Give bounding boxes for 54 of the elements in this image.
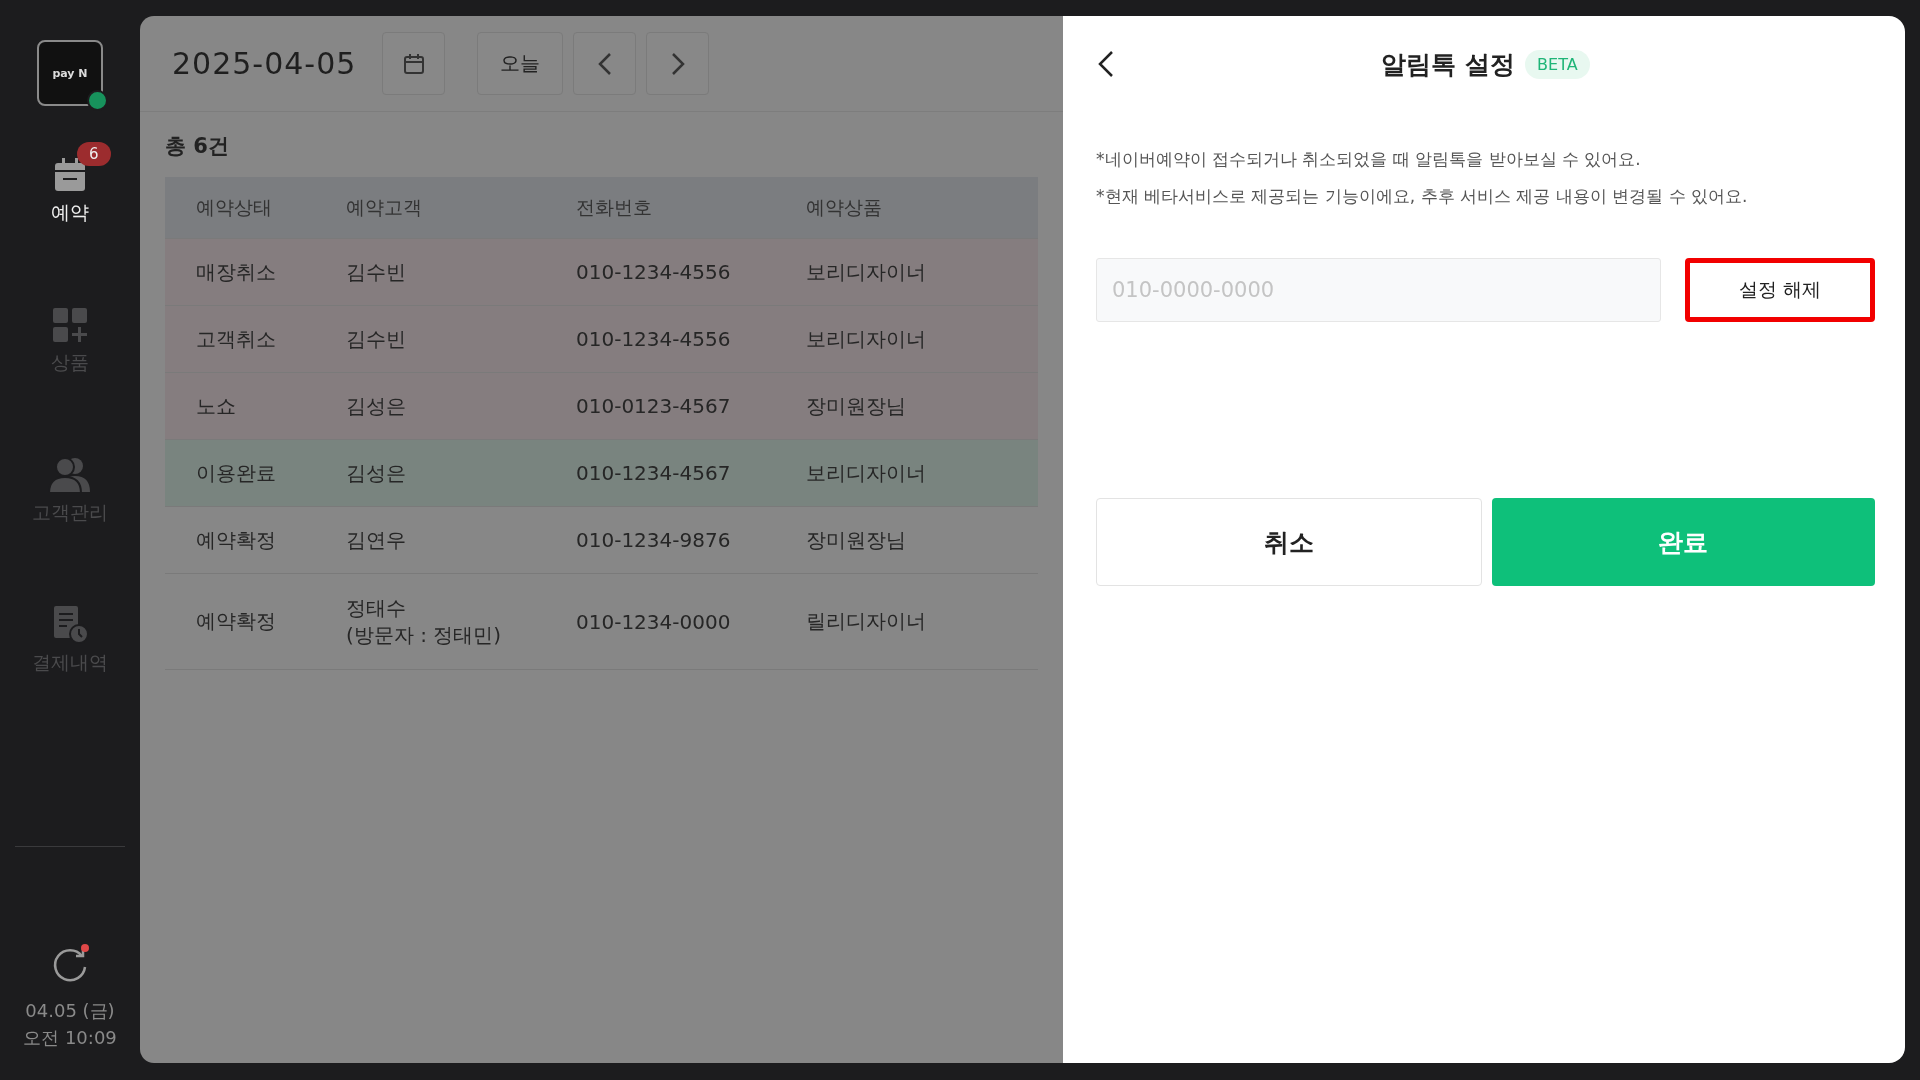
grid-plus-icon bbox=[51, 306, 89, 344]
back-icon[interactable] bbox=[1096, 49, 1116, 79]
table-cell-text: 김수빈 bbox=[346, 325, 407, 353]
logo-text: pay N bbox=[52, 66, 88, 80]
table-cell-text: 예약확정 bbox=[196, 608, 277, 635]
table-cell-text: 매장취소 bbox=[196, 258, 277, 286]
column-header: 예약고객 bbox=[346, 194, 423, 220]
column-header: 전화번호 bbox=[576, 194, 653, 220]
table-cell-text: 010-0123-4567 bbox=[576, 394, 732, 418]
table-cell-text: 보리디자이너 bbox=[806, 459, 927, 487]
table-cell-text: 보리디자이너 bbox=[806, 258, 927, 286]
table-cell-text: 010-1234-4567 bbox=[576, 461, 732, 485]
confirm-button[interactable]: 완료 bbox=[1491, 498, 1875, 586]
table-cell-text: 정태수 (방문자 : 정태민) bbox=[346, 594, 503, 649]
cancel-button[interactable]: 취소 bbox=[1096, 498, 1482, 586]
table-cell-text: 김수빈 bbox=[346, 258, 407, 286]
date-title: 2025-04-05 bbox=[172, 46, 357, 81]
table-cell-text: 보리디자이너 bbox=[806, 325, 927, 353]
date-text: 04.05 (금) bbox=[25, 999, 115, 1023]
table-row[interactable]: 이용완료 김성은 010-1234-4567 보리디자이너 bbox=[165, 440, 1038, 507]
chevron-right-icon bbox=[670, 51, 685, 76]
table-cell-text: 김성은 bbox=[346, 392, 407, 420]
calendar-button[interactable] bbox=[382, 32, 446, 95]
today-button[interactable]: 오늘 bbox=[477, 32, 564, 95]
table-cell-text: 노쇼 bbox=[196, 392, 237, 420]
table-cell-text: 장미원장님 bbox=[806, 526, 907, 554]
table-cell-text: 이용완료 bbox=[196, 459, 277, 487]
table-cell-text: 김성은 bbox=[346, 459, 407, 487]
note-text: *현재 베타서비스로 제공되는 기능이에요, 추후 서비스 제공 내용이 변경될 수 있어요. bbox=[1096, 185, 1749, 208]
table-cell-text: 010-1234-4556 bbox=[576, 327, 732, 351]
people-icon bbox=[48, 456, 92, 494]
table-cell-text: 장미원장님 bbox=[806, 392, 907, 420]
nav-item[interactable]: 6 예약 bbox=[15, 136, 125, 226]
table-cell-text: 예약확정 bbox=[196, 526, 277, 554]
total-count: 총 6건 bbox=[165, 133, 230, 160]
beta-badge: BETA bbox=[1525, 49, 1590, 79]
table-cell-text: 010-1234-0000 bbox=[576, 609, 732, 634]
note-text: *네이버예약이 접수되거나 취소되었을 때 알림톡을 받아보실 수 있어요. bbox=[1096, 148, 1642, 171]
table-cell-text: 김연우 bbox=[346, 526, 407, 554]
table-cell-text: 010-1234-4556 bbox=[576, 260, 732, 284]
time-text: 오전 10:09 bbox=[23, 1026, 117, 1050]
table-row[interactable]: 노쇼 김성은 010-0123-4567 장미원장님 bbox=[165, 373, 1038, 440]
table-row[interactable]: 매장취소 김수빈 010-1234-4556 보리디자이너 bbox=[165, 239, 1038, 306]
table-cell-text: 릴리디자이너 bbox=[806, 608, 927, 635]
table-row[interactable]: 고객취소 김수빈 010-1234-4556 보리디자이너 bbox=[165, 306, 1038, 373]
column-header: 예약상태 bbox=[196, 194, 273, 220]
count-badge: 6 bbox=[77, 142, 111, 166]
table-cell-text: 고객취소 bbox=[196, 325, 277, 353]
panel-title: 알림톡 설정 bbox=[1381, 48, 1516, 81]
column-header: 예약상품 bbox=[806, 194, 883, 220]
table-cell-text: 010-1234-9876 bbox=[576, 528, 732, 552]
chevron-left-icon bbox=[597, 51, 612, 76]
unset-button[interactable]: 설정 해제 bbox=[1685, 258, 1875, 322]
calendar-icon bbox=[402, 52, 425, 75]
